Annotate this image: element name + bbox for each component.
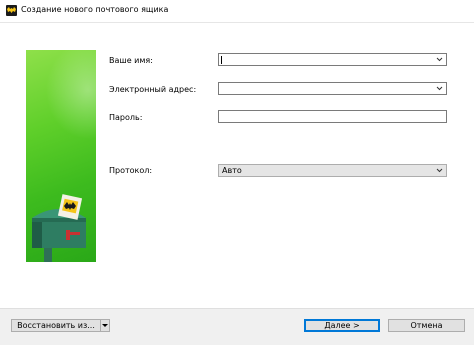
protocol-label: Протокол:: [109, 166, 153, 175]
mailbox-icon: [32, 194, 86, 262]
title-bar: Создание нового почтового ящика: [0, 0, 474, 22]
email-label: Электронный адрес:: [109, 85, 197, 94]
chevron-down-icon[interactable]: [436, 85, 443, 92]
cancel-button[interactable]: Отмена: [388, 319, 465, 332]
chevron-down-icon: [102, 324, 108, 327]
window-title: Создание нового почтового ящика: [21, 5, 169, 14]
mailbox-illustration: [26, 50, 96, 262]
name-combo[interactable]: [218, 53, 447, 66]
password-field[interactable]: [218, 110, 447, 123]
protocol-select[interactable]: Авто: [218, 164, 447, 177]
chevron-down-icon[interactable]: [436, 167, 443, 174]
next-button[interactable]: Далее >: [304, 319, 380, 332]
bat-icon: [6, 5, 17, 16]
restore-menu-button[interactable]: [100, 319, 110, 332]
text-caret: [221, 56, 222, 64]
password-label: Пароль:: [109, 113, 143, 122]
title-separator: [0, 22, 474, 23]
chevron-down-icon[interactable]: [436, 56, 443, 63]
restore-button[interactable]: Восстановить из...: [11, 319, 101, 332]
email-combo[interactable]: [218, 82, 447, 95]
name-label: Ваше имя:: [109, 56, 153, 65]
protocol-value: Авто: [222, 166, 242, 175]
